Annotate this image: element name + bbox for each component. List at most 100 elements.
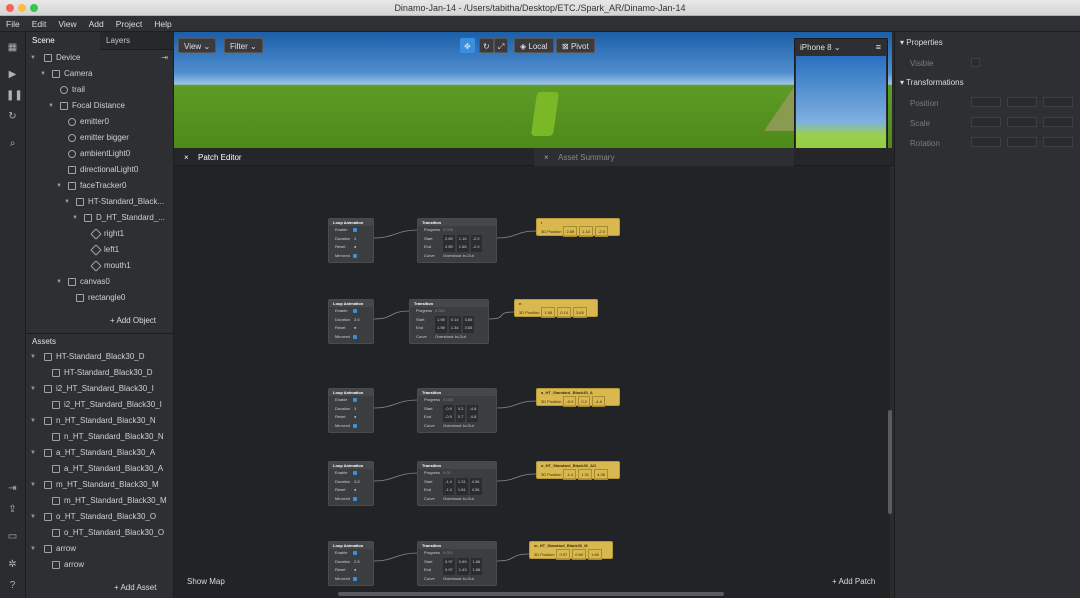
add-patch-button[interactable]: + Add Patch [832,577,875,586]
device-dropdown[interactable]: iPhone 8 ⌄ [800,43,841,52]
show-map-button[interactable]: Show Map [187,577,225,586]
pivot-button[interactable]: ⊠ Pivot [556,38,595,53]
scale-y-field[interactable] [1007,117,1037,127]
tree-item-ambient-light[interactable]: ambientLight0 [26,146,174,162]
scale-z-field[interactable] [1043,117,1073,127]
start-value[interactable]: 4.36 [469,477,482,486]
move-tool-icon[interactable]: ✥ [460,38,475,53]
end-value[interactable]: 1.86 [470,566,483,575]
transition-patch[interactable]: Transition Progress 0.021 Start 0.97 0.69 1.86… [417,541,497,586]
local-button[interactable]: ◈ Local [514,38,554,53]
close-icon[interactable]: × [544,153,549,162]
object-property-patch[interactable]: a_HT_Standard_Black30_A 3D Position -0.9 0.… [536,388,620,407]
loop-animation-patch[interactable]: Loop Animation Enable Duration 2.8 Reset ● Mir… [328,541,374,586]
end-value[interactable]: 1.66 [456,243,469,252]
start-value[interactable]: 0.2 [455,404,466,413]
asset-item[interactable]: ▼ m_HT_Standard_Black30_M [26,477,174,493]
transformations-section[interactable]: ▾ Transformations [900,78,964,87]
search-icon[interactable]: ⌕ [6,138,19,149]
asset-item[interactable]: ▼ a_HT_Standard_Black30_A [26,445,174,461]
start-value[interactable]: -1.4 [443,477,454,486]
filter-dropdown[interactable]: Filter ⌄ [224,38,263,53]
start-value[interactable]: 2.89 [443,234,455,243]
pause-icon[interactable]: ❚❚ [6,90,23,101]
scale-tool-icon[interactable]: ⤢ [494,38,509,53]
vertical-scrollbar[interactable] [888,410,892,514]
end-value[interactable]: 1.43 [456,566,469,575]
mirrored-checkbox[interactable] [353,253,357,258]
rotation-x-field[interactable] [971,137,1001,147]
start-value[interactable]: -0.9 [443,404,454,413]
asset-item[interactable]: a_HT_Standard_Black30_A [26,461,174,477]
tree-item-focal-distance[interactable]: ▼ Focal Distance [26,98,174,114]
start-value[interactable]: -4.8 [467,404,479,413]
end-value[interactable]: -0.9 [443,413,454,422]
help-icon[interactable]: ? [6,580,19,591]
object-property-patch[interactable]: m_HT_Standard_Black30_M 3D Position 0.97 0.… [529,541,613,560]
duration-value[interactable]: 2.8 [354,558,360,567]
enable-checkbox[interactable] [353,398,357,402]
start-value[interactable]: 0.14 [448,315,461,324]
loop-animation-patch[interactable]: Loop Animation Enable Duration 3.5 Reset ● Mir… [328,299,374,344]
reset-port[interactable]: ● [354,324,356,333]
tree-item-emitter0[interactable]: emitter0 [26,114,174,130]
tree-item-d-ht-standard[interactable]: ▼ D_HT_Standard_... [26,210,174,226]
enable-checkbox[interactable] [353,228,357,232]
end-value[interactable]: 2.89 [443,243,455,252]
curve-value[interactable]: Overshoot In-Out [443,252,474,261]
reset-port[interactable]: ● [354,413,356,422]
asset-item[interactable]: o_HT_Standard_Black30_O [26,525,174,541]
curve-value[interactable]: Overshoot In-Out [443,495,474,504]
position-z-field[interactable] [1043,97,1073,107]
tree-item-left1[interactable]: left1 [26,242,174,258]
video-icon[interactable]: ▶ [6,69,19,80]
tree-item-ht-standard[interactable]: ▼ HT-Standard_Black... [26,194,174,210]
enable-checkbox[interactable] [353,471,357,475]
visible-checkbox[interactable] [971,58,980,67]
loop-animation-patch[interactable]: Loop Animation Enable Duration 4 Reset ● Mirro… [328,218,374,263]
rotation-z-field[interactable] [1043,137,1073,147]
transition-patch[interactable]: Transition Progress 0.023 Start -0.9 0.2 -4.8 E… [417,388,497,433]
menu-file[interactable]: File [6,19,20,29]
duration-value[interactable]: 3.5 [354,316,360,325]
close-icon[interactable]: × [184,153,189,162]
patch-canvas[interactable]: Loop Animation Enable Duration 4 Reset ● Mirro… [174,166,890,598]
folder-icon[interactable]: ▭ [6,531,19,542]
end-value[interactable]: -2.0 [470,243,482,252]
end-value[interactable]: 0.97 [443,566,455,575]
curve-value[interactable]: Overshoot In-Out [443,422,474,431]
mirrored-checkbox[interactable] [353,496,357,501]
end-value[interactable]: 1.98 [435,324,447,333]
start-value[interactable]: 1.31 [455,477,468,486]
asset-item[interactable]: ▼ arrow [26,541,174,557]
menu-edit[interactable]: Edit [32,19,47,29]
start-value[interactable]: 0.97 [443,557,455,566]
menu-help[interactable]: Help [154,19,171,29]
reset-port[interactable]: ● [354,243,356,252]
end-value[interactable]: 1.81 [455,486,468,495]
end-value[interactable]: -4.8 [467,413,479,422]
mirrored-checkbox[interactable] [353,576,357,581]
object-property-patch[interactable]: n 3D Position 1.98 0.14 3.65 [514,299,598,318]
scale-x-field[interactable] [971,117,1001,127]
object-property-patch[interactable]: o_HT_Standard_Black30_AO 3D Position -1.4 1… [536,461,620,480]
start-value[interactable]: -2.0 [470,234,482,243]
reset-port[interactable]: ● [354,486,356,495]
start-value[interactable]: 3.65 [462,315,475,324]
asset-item[interactable]: ▼ i2_HT_Standard_Black30_I [26,381,174,397]
transition-patch[interactable]: Transition Progress 0.02 Start -1.4 1.31 4.36 E… [417,461,497,506]
end-value[interactable]: 1.34 [448,324,461,333]
position-x-field[interactable] [971,97,1001,107]
asset-item[interactable]: arrow [26,557,174,573]
end-value[interactable]: 4.36 [469,486,482,495]
start-value[interactable]: 1.98 [435,315,447,324]
duration-value[interactable]: 3.8 [354,478,360,487]
start-value[interactable]: 0.69 [456,557,469,566]
asset-item[interactable]: n_HT_Standard_Black30_N [26,429,174,445]
asset-item[interactable]: ▼ n_HT_Standard_Black30_N [26,413,174,429]
end-value[interactable]: -1.4 [443,486,454,495]
focus-icon[interactable]: ⇥ [161,50,168,66]
end-value[interactable]: 3.65 [462,324,475,333]
start-value[interactable]: 1.16 [456,234,469,243]
view-dropdown[interactable]: View ⌄ [178,38,217,53]
